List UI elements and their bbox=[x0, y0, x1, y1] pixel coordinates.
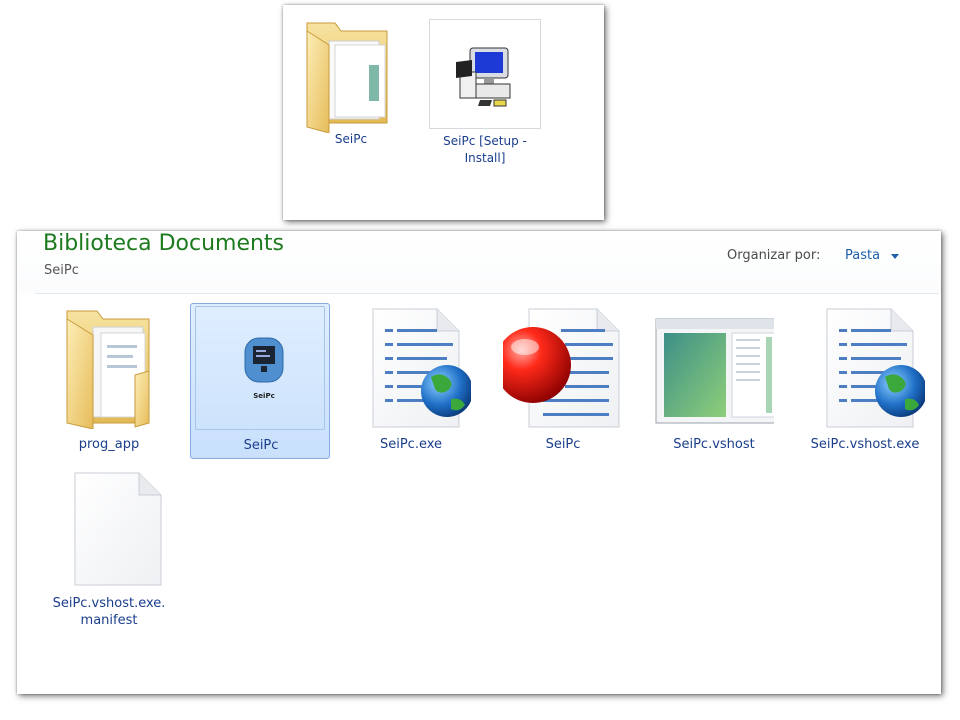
library-title: Biblioteca Documents bbox=[43, 231, 285, 256]
setup-thumbnail bbox=[429, 19, 541, 129]
folder-icon bbox=[66, 310, 150, 429]
exe-document-globe-icon bbox=[372, 308, 471, 428]
item-label: SeiPc bbox=[334, 132, 368, 146]
file-label: SeiPc.exe bbox=[379, 437, 443, 452]
item-label: SeiPc [Setup - Install] bbox=[443, 134, 527, 165]
library-explorer-window: Biblioteca Documents SeiPc Organizar por… bbox=[17, 231, 941, 694]
top-explorer-panel: SeiPc SeiPc [Setup - Install] bbox=[283, 5, 604, 220]
app-icon-caption: SeiPc bbox=[253, 392, 274, 400]
header-divider bbox=[35, 293, 939, 294]
file-item-seipc-vshost-exe[interactable]: SeiPc.vshost.exe bbox=[795, 303, 935, 459]
file-item-seipc-red[interactable]: SeiPc bbox=[493, 303, 633, 459]
file-label: prog_app bbox=[78, 437, 140, 452]
chevron-down-icon[interactable] bbox=[891, 254, 899, 259]
file-label: SeiPc bbox=[545, 437, 581, 452]
file-label: SeiPc.vshost.exe bbox=[810, 437, 920, 452]
file-label: SeiPc.vshost bbox=[673, 437, 755, 452]
window-app-icon bbox=[655, 318, 774, 424]
app-icon: SeiPc bbox=[244, 337, 284, 400]
red-ball-document-icon bbox=[503, 308, 620, 428]
folder-item-seipc[interactable]: SeiPc bbox=[295, 15, 407, 148]
file-label: SeiPc bbox=[243, 438, 279, 453]
file-item-seipc-exe[interactable]: SeiPc.exe bbox=[341, 303, 481, 459]
folder-icon bbox=[306, 22, 388, 134]
setup-install-item[interactable]: SeiPc [Setup - Install] bbox=[429, 19, 541, 167]
file-item-seipc-selected[interactable]: SeiPc SeiPc bbox=[190, 303, 330, 459]
file-item-seipc-manifest[interactable]: SeiPc.vshost.exe. manifest bbox=[39, 467, 179, 628]
library-header: Biblioteca Documents SeiPc Organizar por… bbox=[17, 231, 941, 293]
arrange-by-dropdown[interactable]: Pasta bbox=[845, 248, 880, 263]
blank-document-icon bbox=[74, 472, 162, 586]
file-label: SeiPc.vshost.exe. manifest bbox=[52, 596, 166, 628]
setup-install-icon bbox=[456, 47, 511, 107]
file-item-seipc-vshost[interactable]: SeiPc.vshost bbox=[644, 303, 784, 459]
arrange-by-label: Organizar por: bbox=[727, 248, 821, 263]
file-item-prog-app[interactable]: prog_app bbox=[39, 303, 179, 459]
exe-document-globe-icon bbox=[826, 308, 925, 428]
library-subfolder: SeiPc bbox=[44, 263, 79, 278]
